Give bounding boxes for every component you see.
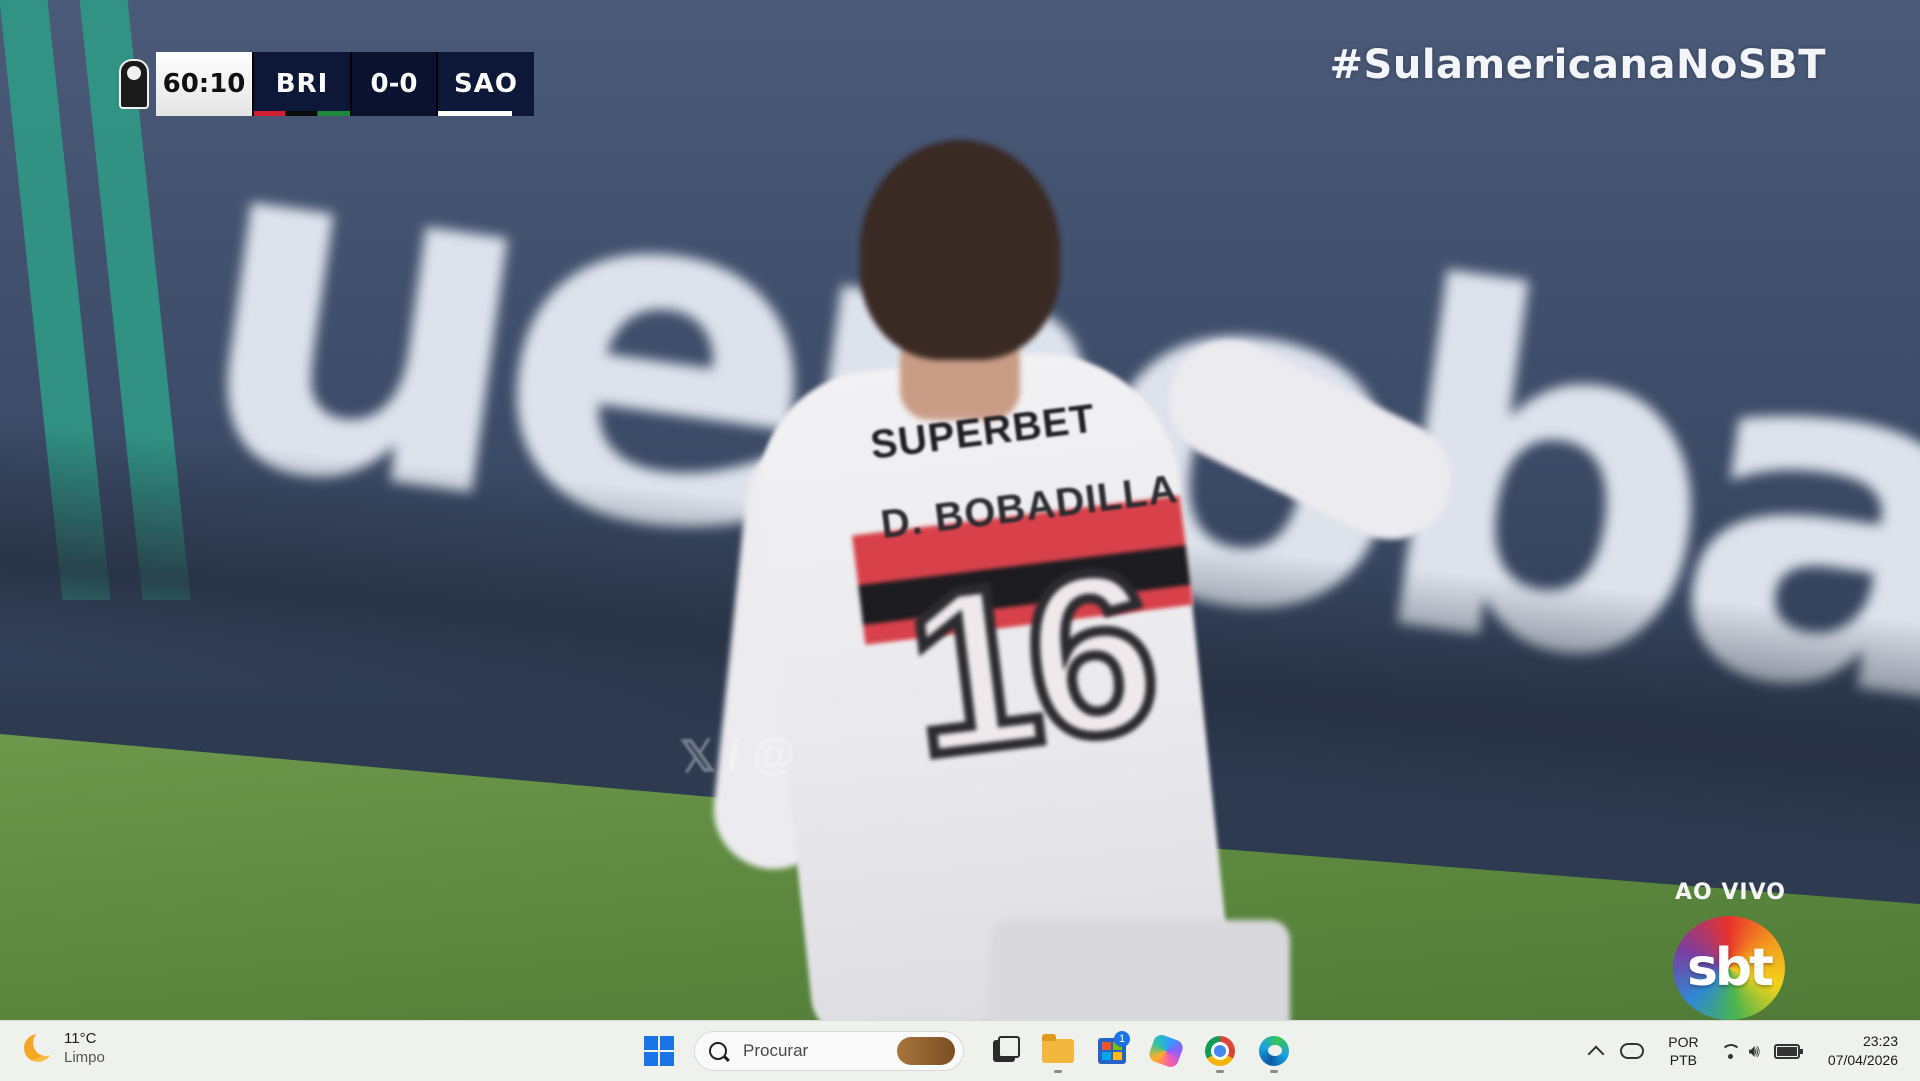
channel-logo: sbt [1673, 916, 1785, 1020]
home-team: BRI [252, 52, 350, 116]
weather-temp: 11°C [64, 1030, 97, 1047]
jersey-number: 16 [890, 516, 1165, 810]
channel-logo-text: sbt [1686, 938, 1774, 998]
task-view-icon [993, 1036, 1020, 1062]
file-explorer-button[interactable] [1038, 1031, 1078, 1073]
keyboard-layout: PTB [1669, 1052, 1698, 1068]
video-frame: uenobank SUPERBET D. BOBADILLA 16 𝕏 / @ … [0, 0, 1920, 1020]
show-hidden-icons-button[interactable] [1587, 1045, 1605, 1063]
chrome-button[interactable] [1200, 1031, 1240, 1073]
microsoft-store-button[interactable]: 1 [1092, 1031, 1132, 1071]
language-switcher[interactable]: POR PTB [1668, 1033, 1698, 1069]
language-code: POR [1668, 1034, 1699, 1050]
taskbar-search[interactable] [694, 1031, 964, 1071]
live-label: AO VIVO [1675, 880, 1786, 905]
match-score: 0-0 [350, 52, 438, 116]
watermark-text: / @ [726, 729, 796, 781]
chrome-icon [1205, 1036, 1235, 1066]
copilot-icon [1147, 1032, 1185, 1070]
folder-icon [1042, 1034, 1074, 1063]
search-highlight-image [897, 1037, 955, 1065]
player-arm [1148, 320, 1472, 560]
start-button[interactable] [644, 1036, 674, 1066]
battery-icon[interactable] [1773, 1043, 1803, 1059]
match-clock: 60:10 [156, 52, 252, 116]
system-tray: POR PTB 🔊︎ 23:23 07/04/2026 [1587, 1021, 1920, 1081]
copilot-button[interactable] [1146, 1031, 1186, 1071]
volume-icon[interactable]: 🔊︎ [1749, 1041, 1760, 1062]
broadcast-hashtag: #SulamericanaNoSBT [1329, 42, 1826, 88]
search-icon [709, 1042, 727, 1060]
weather-condition: Limpo [64, 1049, 105, 1066]
running-indicator [1270, 1070, 1278, 1073]
away-team: SAO [438, 52, 534, 116]
running-indicator [1216, 1070, 1224, 1073]
player-head [860, 140, 1060, 360]
social-watermark: 𝕏 / @ [679, 728, 796, 783]
onedrive-icon[interactable] [1620, 1043, 1645, 1059]
running-indicator [1054, 1070, 1062, 1073]
trophy-icon [112, 52, 156, 116]
notification-badge: 1 [1114, 1031, 1130, 1047]
clock-date: 07/04/2026 [1827, 1052, 1898, 1068]
taskbar-clock[interactable]: 23:23 07/04/2026 [1828, 1032, 1898, 1070]
moon-icon [24, 1030, 59, 1062]
edge-icon [1259, 1036, 1289, 1066]
player: SUPERBET D. BOBADILLA 16 [707, 140, 1472, 1020]
clock-time: 23:23 [1862, 1033, 1898, 1049]
edge-button[interactable] [1254, 1031, 1294, 1073]
search-input[interactable] [741, 1040, 895, 1062]
scoreboard: 60:10 BRI 0-0 SAO [112, 52, 534, 116]
weather-widget[interactable]: 11°C Limpo [24, 1029, 105, 1067]
task-view-button[interactable] [984, 1031, 1024, 1071]
x-logo-icon: 𝕏 [679, 731, 717, 782]
taskbar: 11°C Limpo 1 [0, 1020, 1920, 1081]
wifi-icon[interactable] [1720, 1042, 1741, 1060]
player-shorts [990, 920, 1290, 1020]
